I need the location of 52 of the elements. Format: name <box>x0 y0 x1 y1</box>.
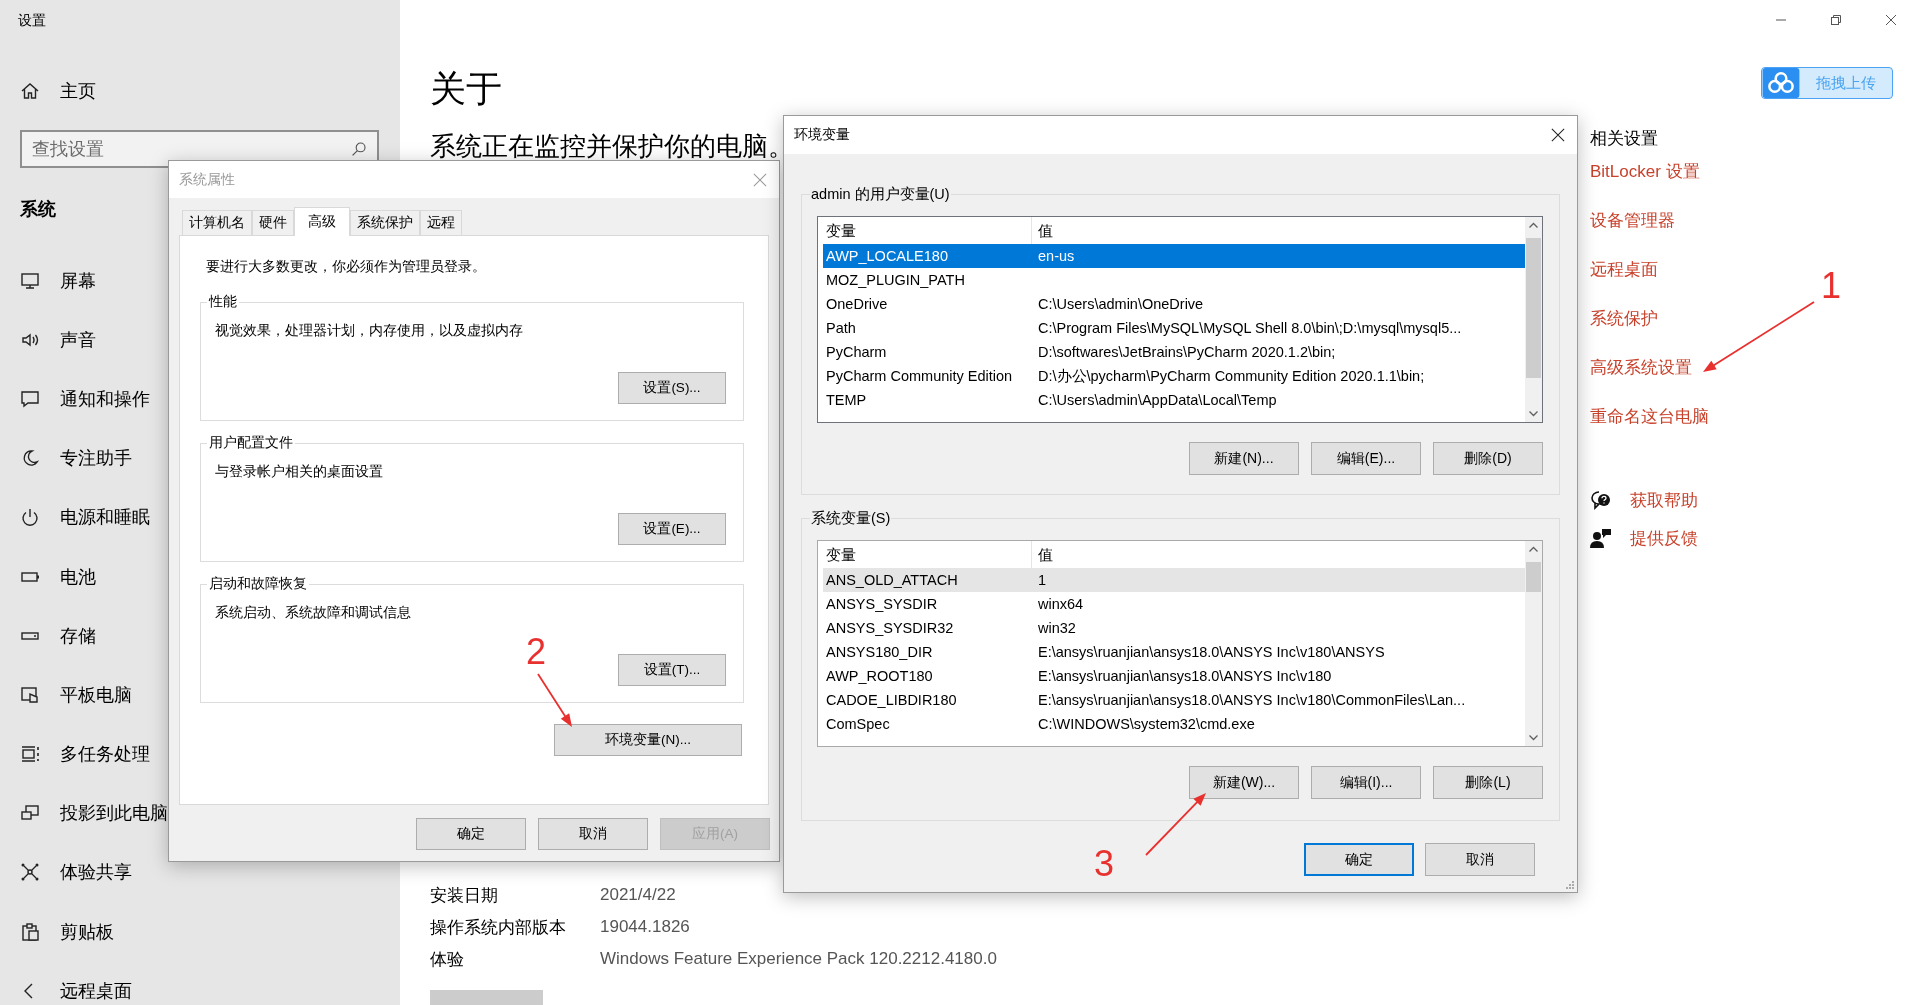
annotation-number: 3 <box>1094 843 1114 884</box>
table-cell-text: D:\softwares\JetBrains\PyCharm 2020.1.2\bin; <box>1037 344 1336 360</box>
group-description: 与登录帐户相关的桌面设置 <box>215 463 384 481</box>
table-cell-text: CADOE_LIBDIR180 <box>825 692 958 708</box>
page-title: 关于 <box>430 67 502 111</box>
annotation-number: 2 <box>526 631 546 672</box>
table-cell-text: AWP_LOCALE180 <box>825 248 949 264</box>
status-text: 系统正在监控并保护你的电脑。 <box>430 130 794 162</box>
table-cell-text: AWP_ROOT180 <box>825 668 934 684</box>
table-cell-text: C:\Program Files\MySQL\MySQL Shell 8.0\bin\;D:\mysql\mysql5... <box>1037 320 1462 336</box>
table-cell-text: TEMP <box>825 392 868 408</box>
table-cell-text: en-us <box>1037 248 1075 264</box>
spec-value: Windows Feature Experience Pack 120.2212.4180.0 <box>600 949 997 969</box>
table-cell-text: OneDrive <box>825 296 889 312</box>
table-cell-text: ANSYS_SYSDIR <box>825 596 939 612</box>
table-cell-text: Path <box>825 320 857 336</box>
group-title: 用户配置文件 <box>208 434 294 452</box>
spec-label: 安装日期 <box>430 884 498 907</box>
group-title: admin 的用户变量(U) <box>810 185 951 203</box>
group-description: 视觉效果，处理器计划，内存使用，以及虚拟内存 <box>215 322 524 340</box>
notice-text: 要进行大多数更改，你必须作为管理员登录。 <box>205 258 487 276</box>
table-cell-text: ANS_OLD_ATTACH <box>825 572 959 588</box>
group-title: 系统变量(S) <box>810 509 892 527</box>
table-cell-text: PyCharm <box>825 344 888 360</box>
dialog-title: 系统属性 <box>179 170 235 189</box>
table-cell-text: E:\ansys\ruanjian\ansys18.0\ANSYS Inc\v180\CommonFiles\Lan... <box>1037 692 1466 708</box>
spec-value: 2021/4/22 <box>600 885 676 905</box>
table-cell-text: 1 <box>1037 572 1047 588</box>
table-cell-text: C:\Users\admin\AppData\Local\Temp <box>1037 392 1277 408</box>
table-cell-text: win32 <box>1037 620 1076 636</box>
table-cell-text: D:\办公\pycharm\PyCharm Community Edition 2020.1.1\bin; <box>1037 366 1425 386</box>
table-cell-text: ANSYS180_DIR <box>825 644 934 660</box>
annotation-number: 1 <box>1821 265 1841 306</box>
table-cell-text: MOZ_PLUGIN_PATH <box>825 272 966 288</box>
group-title: 启动和故障恢复 <box>208 575 308 593</box>
table-cell-text: C:\Users\admin\OneDrive <box>1037 296 1204 312</box>
table-cell-text: E:\ansys\ruanjian\ansys18.0\ANSYS Inc\v180\ANSYS <box>1037 644 1385 660</box>
group-title: 性能 <box>207 293 238 311</box>
spec-value: 19044.1826 <box>600 917 690 937</box>
app-title: 设置 <box>18 11 47 30</box>
related-title: 相关设置 <box>1590 128 1658 150</box>
table-cell-text: E:\ansys\ruanjian\ansys18.0\ANSYS Inc\v180 <box>1037 668 1332 684</box>
table-cell-text: ComSpec <box>825 716 891 732</box>
spec-label: 操作系统内部版本 <box>430 916 566 939</box>
table-cell-text: ANSYS_SYSDIR32 <box>825 620 955 636</box>
table-cell-text: C:\WINDOWS\system32\cmd.exe <box>1037 716 1255 732</box>
dialog-title: 环境变量 <box>794 126 850 144</box>
table-cell-text: winx64 <box>1037 596 1084 612</box>
table-cell-text: PyCharm Community Edition <box>825 368 1014 384</box>
section-title: 系统 <box>20 198 56 221</box>
spec-label: 体验 <box>430 948 464 971</box>
group-description: 系统启动、系统故障和调试信息 <box>215 604 412 622</box>
